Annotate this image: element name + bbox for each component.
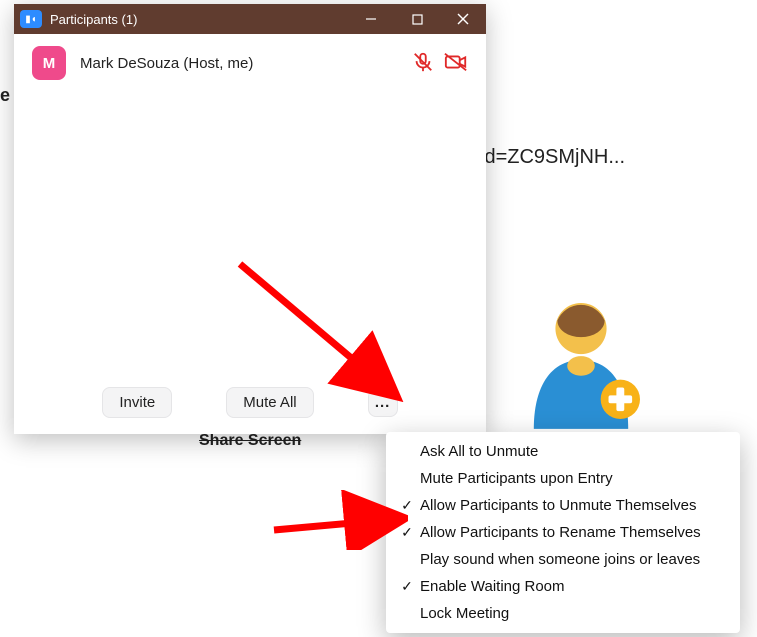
close-button[interactable]: [440, 4, 486, 34]
checkmark-icon: ✓: [398, 578, 416, 595]
menu-item-1[interactable]: Mute Participants upon Entry: [386, 465, 740, 492]
background-text-share: Share Screen: [199, 432, 301, 450]
menu-item-label: Allow Participants to Unmute Themselves: [420, 497, 697, 514]
menu-item-label: Play sound when someone joins or leaves: [420, 551, 700, 568]
avatar: M: [32, 46, 66, 80]
window-title: Participants (1): [50, 12, 348, 27]
menu-item-label: Ask All to Unmute: [420, 443, 538, 460]
menu-item-label: Allow Participants to Rename Themselves: [420, 524, 701, 541]
menu-item-6[interactable]: Lock Meeting: [386, 600, 740, 627]
menu-item-2[interactable]: ✓Allow Participants to Unmute Themselves: [386, 492, 740, 519]
menu-item-label: Enable Waiting Room: [420, 578, 565, 595]
titlebar: ▮◖ Participants (1): [14, 4, 486, 34]
background-text-left: e: [0, 85, 10, 106]
annotation-arrow-bottom: [268, 490, 408, 550]
menu-item-label: Lock Meeting: [420, 605, 509, 622]
mic-muted-icon: [412, 51, 434, 76]
zoom-icon: ▮◖: [20, 10, 42, 28]
invite-button[interactable]: Invite: [102, 387, 172, 418]
menu-item-0[interactable]: Ask All to Unmute: [386, 438, 740, 465]
background-text-pwd: wd=ZC9SMjNH...: [470, 146, 625, 169]
more-options-menu: Ask All to Unmute Mute Participants upon …: [386, 432, 740, 633]
menu-item-label: Mute Participants upon Entry: [420, 470, 613, 487]
participant-name: Mark DeSouza (Host, me): [80, 55, 402, 72]
minimize-button[interactable]: [348, 4, 394, 34]
menu-item-4[interactable]: Play sound when someone joins or leaves: [386, 546, 740, 573]
participant-row[interactable]: M Mark DeSouza (Host, me): [14, 34, 486, 92]
camera-off-icon: [444, 51, 468, 76]
add-user-illustration: [522, 290, 640, 430]
annotation-arrow-top: [232, 256, 412, 426]
maximize-button[interactable]: [394, 4, 440, 34]
menu-item-3[interactable]: ✓Allow Participants to Rename Themselves: [386, 519, 740, 546]
menu-item-5[interactable]: ✓Enable Waiting Room: [386, 573, 740, 600]
